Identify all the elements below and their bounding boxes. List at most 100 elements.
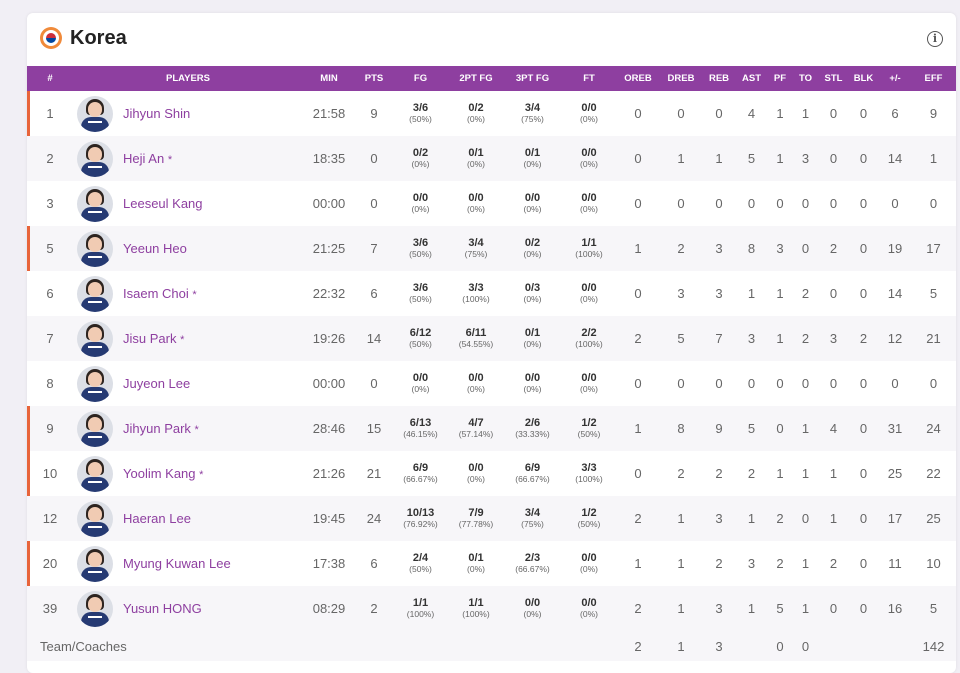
player-name-link[interactable]: Heji An * bbox=[123, 151, 172, 166]
player-name[interactable]: Yeeun Heo bbox=[123, 241, 187, 256]
stat-2pt-pct: (0%) bbox=[467, 473, 485, 484]
stat-2pt-made: 3/4 bbox=[468, 236, 484, 249]
player-avatar[interactable] bbox=[77, 185, 113, 222]
stat-blk: 0 bbox=[848, 586, 879, 631]
player-avatar[interactable] bbox=[77, 410, 113, 447]
player-avatar[interactable] bbox=[77, 365, 113, 402]
stat-dreb: 3 bbox=[659, 271, 703, 316]
player-name-link[interactable]: Yoolim Kang * bbox=[123, 466, 203, 481]
stat-fg-pct: (50%) bbox=[409, 293, 432, 304]
player-row[interactable]: 7 Jisu Park * 19:26 14 6/12 (50%) 6/11 (54.55%)… bbox=[27, 316, 956, 361]
player-name[interactable]: Heji An bbox=[123, 151, 164, 166]
player-avatar[interactable] bbox=[77, 500, 113, 537]
stat-ft: 0/0 (0%) bbox=[561, 541, 617, 586]
player-name[interactable]: Jihyun Park bbox=[123, 421, 191, 436]
player-name[interactable]: Juyeon Lee bbox=[123, 376, 190, 391]
stat-3pt: 2/6 (33.33%) bbox=[504, 406, 561, 451]
player-row[interactable]: 1 Jihyun Shin 21:58 9 3/6 (50%) 0/2 (0%) 3/4 (75… bbox=[27, 91, 956, 136]
player-row[interactable]: 20 Myung Kuwan Lee 17:38 6 2/4 (50%) 0/1 (0%) 2… bbox=[27, 541, 956, 586]
stat-oreb: 0 bbox=[617, 451, 659, 496]
player-row[interactable]: 6 Isaem Choi * 22:32 6 3/6 (50%) 3/3 (100%) 0/3(… bbox=[27, 271, 956, 316]
player-cell[interactable]: Leeseul Kang bbox=[73, 181, 303, 226]
player-name-link[interactable]: Jihyun Shin bbox=[123, 106, 190, 121]
col-header[interactable]: STL bbox=[819, 66, 848, 91]
stat-plus-minus: 17 bbox=[879, 496, 911, 541]
player-name-link[interactable]: Jihyun Park * bbox=[123, 421, 199, 436]
col-header[interactable]: OREB bbox=[617, 66, 659, 91]
col-header[interactable]: 2PT FG bbox=[448, 66, 504, 91]
player-avatar[interactable] bbox=[77, 320, 113, 357]
player-row[interactable]: 10 Yoolim Kang * 21:26 21 6/9 (66.67%) 0/0 (0%)… bbox=[27, 451, 956, 496]
player-cell[interactable]: Isaem Choi * bbox=[73, 271, 303, 316]
col-header[interactable]: AST bbox=[735, 66, 768, 91]
player-avatar[interactable] bbox=[77, 455, 113, 492]
player-row[interactable]: 2 Heji An * 18:35 0 0/2 (0%) 0/1 (0%) 0/1 (0%) 0/0… bbox=[27, 136, 956, 181]
player-row[interactable]: 5 Yeeun Heo 21:25 7 3/6 (50%) 3/4 (75%) 0/2 (0%)… bbox=[27, 226, 956, 271]
stat-blk: 0 bbox=[848, 136, 879, 181]
stat-stl: 0 bbox=[819, 136, 848, 181]
col-header[interactable]: FT bbox=[561, 66, 617, 91]
player-avatar[interactable] bbox=[77, 140, 113, 177]
player-name-link[interactable]: Yeeun Heo bbox=[123, 241, 187, 256]
player-cell[interactable]: Yusun HONG bbox=[73, 586, 303, 631]
captain-star: * bbox=[199, 469, 204, 481]
col-header[interactable]: +/- bbox=[879, 66, 911, 91]
player-cell[interactable]: Jihyun Park * bbox=[73, 406, 303, 451]
player-name-link[interactable]: Jisu Park * bbox=[123, 331, 184, 346]
player-name[interactable]: Yusun HONG bbox=[123, 601, 202, 616]
player-name-link[interactable]: Juyeon Lee bbox=[123, 376, 190, 391]
player-cell[interactable]: Jisu Park * bbox=[73, 316, 303, 361]
stat-pts: 14 bbox=[355, 316, 393, 361]
stat-2pt-made: 0/0 bbox=[468, 191, 484, 204]
player-name[interactable]: Jihyun Shin bbox=[123, 106, 190, 121]
player-name[interactable]: Haeran Lee bbox=[123, 511, 191, 526]
col-header[interactable]: FG bbox=[393, 66, 448, 91]
stat-2pt-made: 0/2 bbox=[468, 101, 484, 114]
player-row[interactable]: 8 Juyeon Lee 00:00 0 0/0 (0%) 0/0 (0%) 0/0 (0%) 0… bbox=[27, 361, 956, 406]
player-row[interactable]: 9 Jihyun Park * 28:46 15 6/13 (46.15%) 4/7 (57.… bbox=[27, 406, 956, 451]
player-cell[interactable]: Haeran Lee bbox=[73, 496, 303, 541]
stat-plus-minus: 12 bbox=[879, 316, 911, 361]
player-avatar[interactable] bbox=[77, 545, 113, 582]
stat-ft: 0/0 (0%) bbox=[561, 361, 617, 406]
player-name-link[interactable]: Leeseul Kang bbox=[123, 196, 203, 211]
col-header[interactable]: EFF bbox=[911, 66, 956, 91]
player-cell[interactable]: Yeeun Heo bbox=[73, 226, 303, 271]
col-header[interactable]: PF bbox=[768, 66, 792, 91]
player-row[interactable]: 12 Haeran Lee 19:45 24 10/13 (76.92%) 7/9 (77.… bbox=[27, 496, 956, 541]
col-header[interactable]: TO bbox=[792, 66, 819, 91]
player-avatar[interactable] bbox=[77, 95, 113, 132]
col-header[interactable]: BLK bbox=[848, 66, 879, 91]
col-header[interactable]: DREB bbox=[659, 66, 703, 91]
stat-ft-made: 0/0 bbox=[581, 371, 597, 384]
player-row[interactable]: 3 Leeseul Kang 00:00 0 0/0 (0%) 0/0 (0%) 0/0 (0%… bbox=[27, 181, 956, 226]
info-icon[interactable]: i bbox=[927, 31, 943, 47]
player-name-link[interactable]: Haeran Lee bbox=[123, 511, 191, 526]
player-avatar[interactable] bbox=[77, 590, 113, 627]
col-header[interactable]: PLAYERS bbox=[73, 66, 303, 91]
player-name-link[interactable]: Yusun HONG bbox=[123, 601, 202, 616]
player-cell[interactable]: Yoolim Kang * bbox=[73, 451, 303, 496]
player-name[interactable]: Yoolim Kang bbox=[123, 466, 196, 481]
player-name[interactable]: Jisu Park bbox=[123, 331, 176, 346]
col-header[interactable]: MIN bbox=[303, 66, 355, 91]
col-header[interactable]: # bbox=[27, 66, 73, 91]
player-avatar[interactable] bbox=[77, 275, 113, 312]
player-name-link[interactable]: Isaem Choi * bbox=[123, 286, 197, 301]
card-header: Korea i bbox=[27, 13, 956, 66]
player-name[interactable]: Leeseul Kang bbox=[123, 196, 203, 211]
player-name-link[interactable]: Myung Kuwan Lee bbox=[123, 556, 231, 571]
col-header[interactable]: PTS bbox=[355, 66, 393, 91]
player-cell[interactable]: Juyeon Lee bbox=[73, 361, 303, 406]
jersey-number: 39 bbox=[27, 586, 73, 631]
player-name[interactable]: Isaem Choi bbox=[123, 286, 189, 301]
player-cell[interactable]: Myung Kuwan Lee bbox=[73, 541, 303, 586]
player-avatar[interactable] bbox=[77, 230, 113, 267]
stat-reb: 0 bbox=[703, 361, 735, 406]
player-name[interactable]: Myung Kuwan Lee bbox=[123, 556, 231, 571]
player-row[interactable]: 39 Yusun HONG 08:29 2 1/1 (100%) 1/1 (100%) 0/0… bbox=[27, 586, 956, 631]
player-cell[interactable]: Jihyun Shin bbox=[73, 91, 303, 136]
col-header[interactable]: 3PT FG bbox=[504, 66, 561, 91]
col-header[interactable]: REB bbox=[703, 66, 735, 91]
player-cell[interactable]: Heji An * bbox=[73, 136, 303, 181]
